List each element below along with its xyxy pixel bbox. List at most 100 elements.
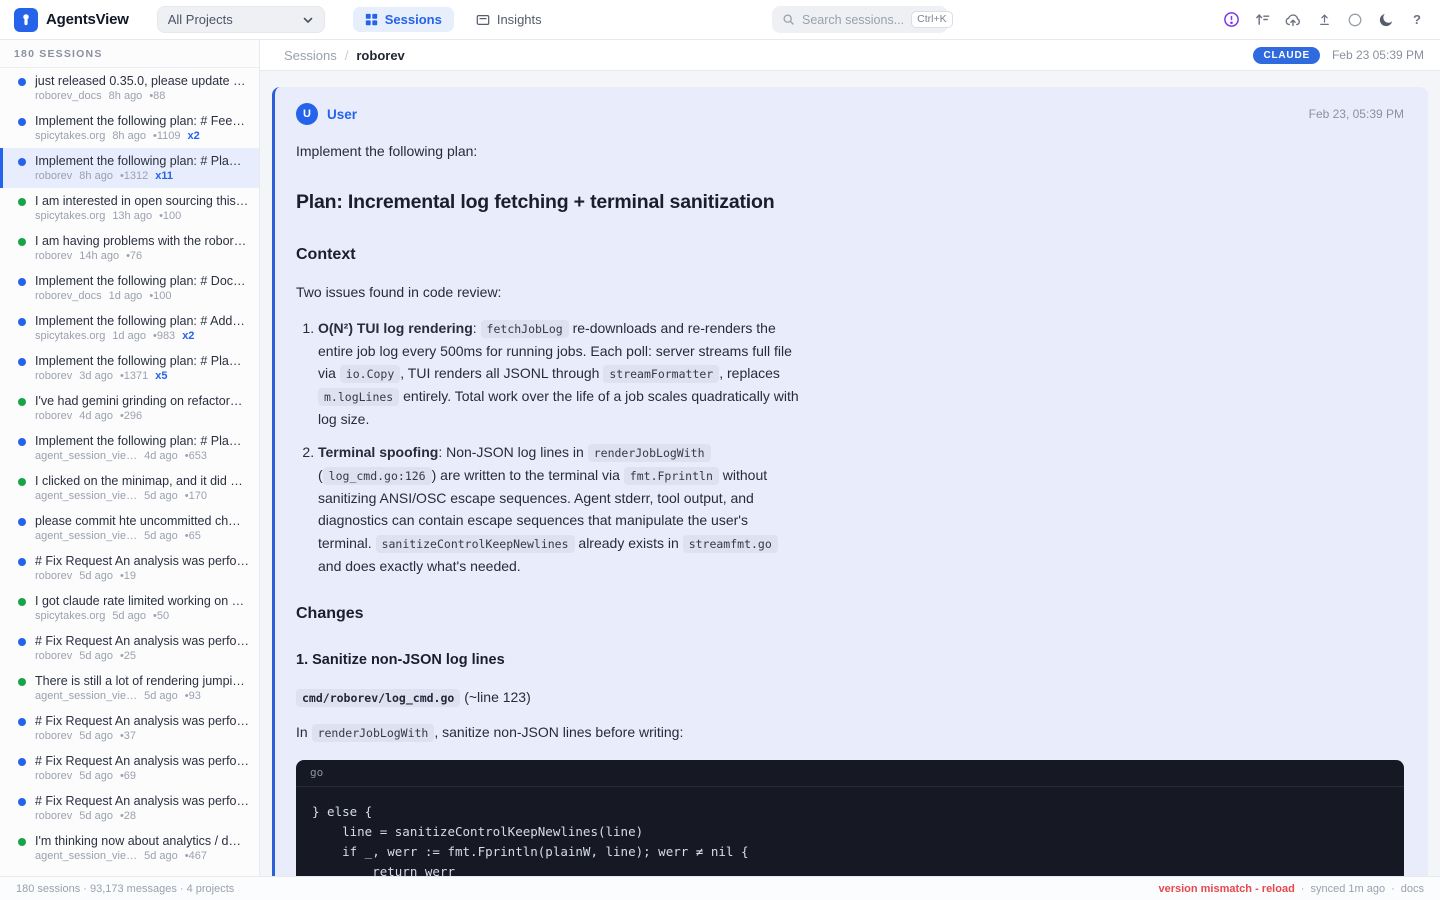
session-count: •653 [185,450,207,462]
message-scroll-area[interactable]: U User Feb 23, 05:39 PM Implement the fo… [260,71,1440,876]
message-timestamp: Feb 23, 05:39 PM [1309,107,1404,121]
upload-icon[interactable] [1315,11,1333,29]
plan-intro: Implement the following plan: [296,140,801,163]
session-count: •100 [159,210,181,222]
version-mismatch-alert[interactable]: version mismatch - reload [1158,883,1294,895]
dark-mode-moon-icon[interactable] [1377,11,1395,29]
session-count: •983 [153,330,175,342]
sync-status: synced 1m ago [1310,883,1385,895]
breadcrumb-sessions-link[interactable]: Sessions [284,48,337,63]
status-separator-2: · [1391,883,1395,895]
session-list-item[interactable]: Implement the following plan: # Add… spi… [0,308,259,348]
session-list-item[interactable]: There is still a lot of rendering jumpi…… [0,668,259,708]
context-intro: Two issues found in code review: [296,281,801,304]
sessions-count-header: 180 Sessions [0,40,259,68]
sort-ascending-icon[interactable] [1253,11,1271,29]
session-title: Implement the following plan: # Pla… [35,353,249,369]
tab-insights[interactable]: Insights [464,7,554,32]
session-status-dot [18,758,26,766]
session-project: spicytakes.org [35,610,105,622]
session-list-item[interactable]: # Fix Request An analysis was perfo… rob… [0,548,259,588]
session-count: •69 [120,770,136,782]
session-age: 5d ago [144,850,178,862]
session-age: 5d ago [79,810,113,822]
help-icon[interactable]: ? [1408,11,1426,29]
session-age: 5d ago [144,530,178,542]
session-status-dot [18,678,26,686]
session-count: •93 [185,690,201,702]
session-project: agent_session_vie… [35,450,137,462]
change-1-heading: 1. Sanitize non-JSON log lines [296,649,1404,672]
session-age: 1d ago [109,290,143,302]
session-project: agent_session_vie… [35,850,137,862]
session-count: •28 [120,810,136,822]
session-list-item[interactable]: I am interested in open sourcing this… s… [0,188,259,228]
session-list-item[interactable]: Implement the following plan: # Fee… spi… [0,108,259,148]
session-project: roborev [35,250,72,262]
session-title: Implement the following plan: # Fee… [35,113,249,129]
session-status-dot [18,278,26,286]
app-title: AgentsView [46,11,129,28]
session-project: roborev_docs [35,90,102,102]
session-age: 5d ago [79,570,113,582]
session-status-dot [18,798,26,806]
alert-circle-icon[interactable] [1222,11,1240,29]
session-age: 1d ago [112,330,146,342]
refresh-circle-icon[interactable] [1346,11,1364,29]
code-block-content: } else { line = sanitizeControlKeepNewli… [296,787,1404,876]
code-block: go } else { line = sanitizeControlKeepNe… [296,760,1404,876]
docs-link[interactable]: docs [1401,883,1424,895]
cloud-upload-icon[interactable] [1284,11,1302,29]
session-status-dot [18,518,26,526]
session-title: please commit hte uncommitted ch… [35,513,249,529]
session-list-item[interactable]: I've had gemini grinding on refactor… ro… [0,388,259,428]
session-list-item[interactable]: # Fix Request An analysis was perfo… rob… [0,708,259,748]
session-list-item[interactable]: please commit hte uncommitted ch… agent_… [0,508,259,548]
session-multiplier: x5 [155,370,167,382]
session-title: Implement the following plan: # Doc… [35,273,249,289]
session-status-dot [18,238,26,246]
context-heading: Context [296,242,1404,268]
session-list-item[interactable]: # Fix Request An analysis was perfo… rob… [0,628,259,668]
session-count: •1312 [120,170,148,182]
session-project: roborev [35,650,72,662]
session-list-item[interactable]: Implement the following plan: # Doc… rob… [0,268,259,308]
search-input[interactable]: Search sessions... Ctrl+K [772,6,948,33]
session-list-item[interactable]: # Fix Request An analysis was perfo… rob… [0,788,259,828]
session-list-item[interactable]: I'm thinking now about analytics / d… ag… [0,828,259,868]
session-list-item[interactable]: I clicked on the minimap, and it did … a… [0,468,259,508]
session-age: 13h ago [112,210,152,222]
session-project: agent_session_vie… [35,490,137,502]
session-title: # Fix Request An analysis was perfo… [35,633,249,649]
session-count: •88 [149,90,165,102]
session-list-item[interactable]: # Fix Request An analysis was perfo… rob… [0,748,259,788]
session-list-item[interactable]: Implement the following plan: # Pla… rob… [0,348,259,388]
app-header: AgentsView All Projects Sessions Insight… [0,0,1440,40]
session-list-item[interactable]: Implement the following plan: # Pla… rob… [0,148,259,188]
session-list-item[interactable]: Implement the following plan: # Pla… age… [0,428,259,468]
status-summary: 180 sessions · 93,173 messages · 4 proje… [16,883,234,895]
main-nav: Sessions Insights [353,7,554,32]
app-logo-icon [14,8,38,32]
user-message-card: U User Feb 23, 05:39 PM Implement the fo… [272,87,1428,876]
session-title: Implement the following plan: # Add… [35,313,249,329]
session-count: •19 [120,570,136,582]
project-filter-dropdown[interactable]: All Projects [157,6,325,33]
session-status-dot [18,638,26,646]
session-age: 5d ago [112,610,146,622]
session-age: 5d ago [79,770,113,782]
session-project: roborev [35,810,72,822]
session-count: •65 [185,530,201,542]
session-project: roborev [35,570,72,582]
session-list-item[interactable]: I am having problems with the robor… rob… [0,228,259,268]
session-list-item[interactable]: I got claude rate limited working on … s… [0,588,259,628]
session-project: agent_session_vie… [35,690,137,702]
session-multiplier: x11 [155,170,173,182]
change-1-file: cmd/roborev/log_cmd.go (~line 123) [296,686,801,709]
tab-sessions[interactable]: Sessions [353,7,454,32]
session-list-item[interactable]: just released 0.35.0, please update … ro… [0,68,259,108]
session-status-dot [18,718,26,726]
session-status-dot [18,78,26,86]
session-age: 4d ago [79,410,113,422]
breadcrumb-separator: / [345,48,349,63]
